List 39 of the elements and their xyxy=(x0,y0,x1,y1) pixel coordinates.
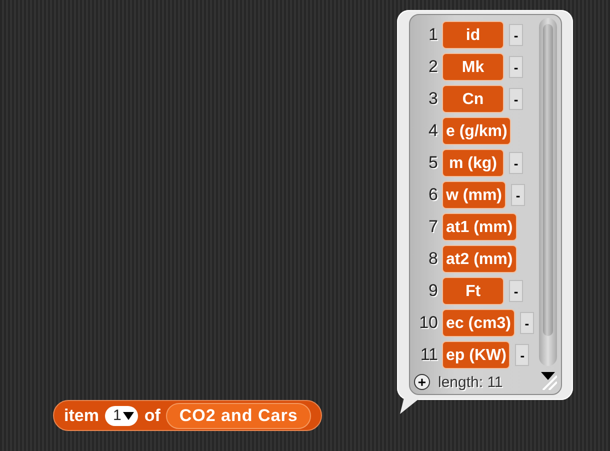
remove-button[interactable]: - xyxy=(515,344,530,366)
add-button[interactable]: + xyxy=(414,374,430,390)
remove-button[interactable]: - xyxy=(509,56,523,78)
row-index: 7 xyxy=(428,217,438,237)
remove-button[interactable]: - xyxy=(520,312,534,334)
list-item: at1 (mm) xyxy=(442,213,517,241)
row-index: 4 xyxy=(428,121,438,141)
remove-button[interactable]: - xyxy=(509,88,523,110)
row-index: 9 xyxy=(428,281,438,301)
resize-handle-icon[interactable] xyxy=(541,374,557,390)
length-label: length: 11 xyxy=(438,374,503,390)
remove-button[interactable]: - xyxy=(509,152,523,174)
item-of-block[interactable]: item 1 of CO2 and Cars xyxy=(53,400,322,431)
row-index: 6 xyxy=(428,185,438,205)
list-item: Ft xyxy=(442,277,504,305)
block-label: of xyxy=(144,406,160,426)
row-index: 8 xyxy=(428,249,438,269)
list-item: id xyxy=(442,21,504,49)
row-index: 5 xyxy=(428,153,438,173)
index-dropdown[interactable]: 1 xyxy=(104,406,138,426)
block-label: item xyxy=(64,406,99,426)
list-item: e (g/km) xyxy=(442,117,512,145)
list-item: Cn xyxy=(442,85,504,113)
remove-button[interactable]: - xyxy=(511,184,525,206)
remove-button[interactable]: - xyxy=(509,280,523,302)
list-item: w (mm) xyxy=(442,181,506,209)
row-index: 3 xyxy=(428,89,438,109)
row-index: 2 xyxy=(428,57,438,77)
list-item: ep (KW) xyxy=(442,341,510,369)
dropdown-icon[interactable] xyxy=(123,412,134,420)
list-item: m (kg) xyxy=(442,149,504,177)
row-index: 10 xyxy=(418,313,438,333)
row-index: 11 xyxy=(419,345,438,365)
list-item: Mk xyxy=(442,53,504,81)
remove-button[interactable]: - xyxy=(509,24,523,46)
row-index: 1 xyxy=(428,25,438,45)
list-item: ec (cm3) xyxy=(442,309,515,337)
list-item: at2 (mm) xyxy=(442,245,517,273)
scroll-down-icon[interactable] xyxy=(541,372,555,380)
